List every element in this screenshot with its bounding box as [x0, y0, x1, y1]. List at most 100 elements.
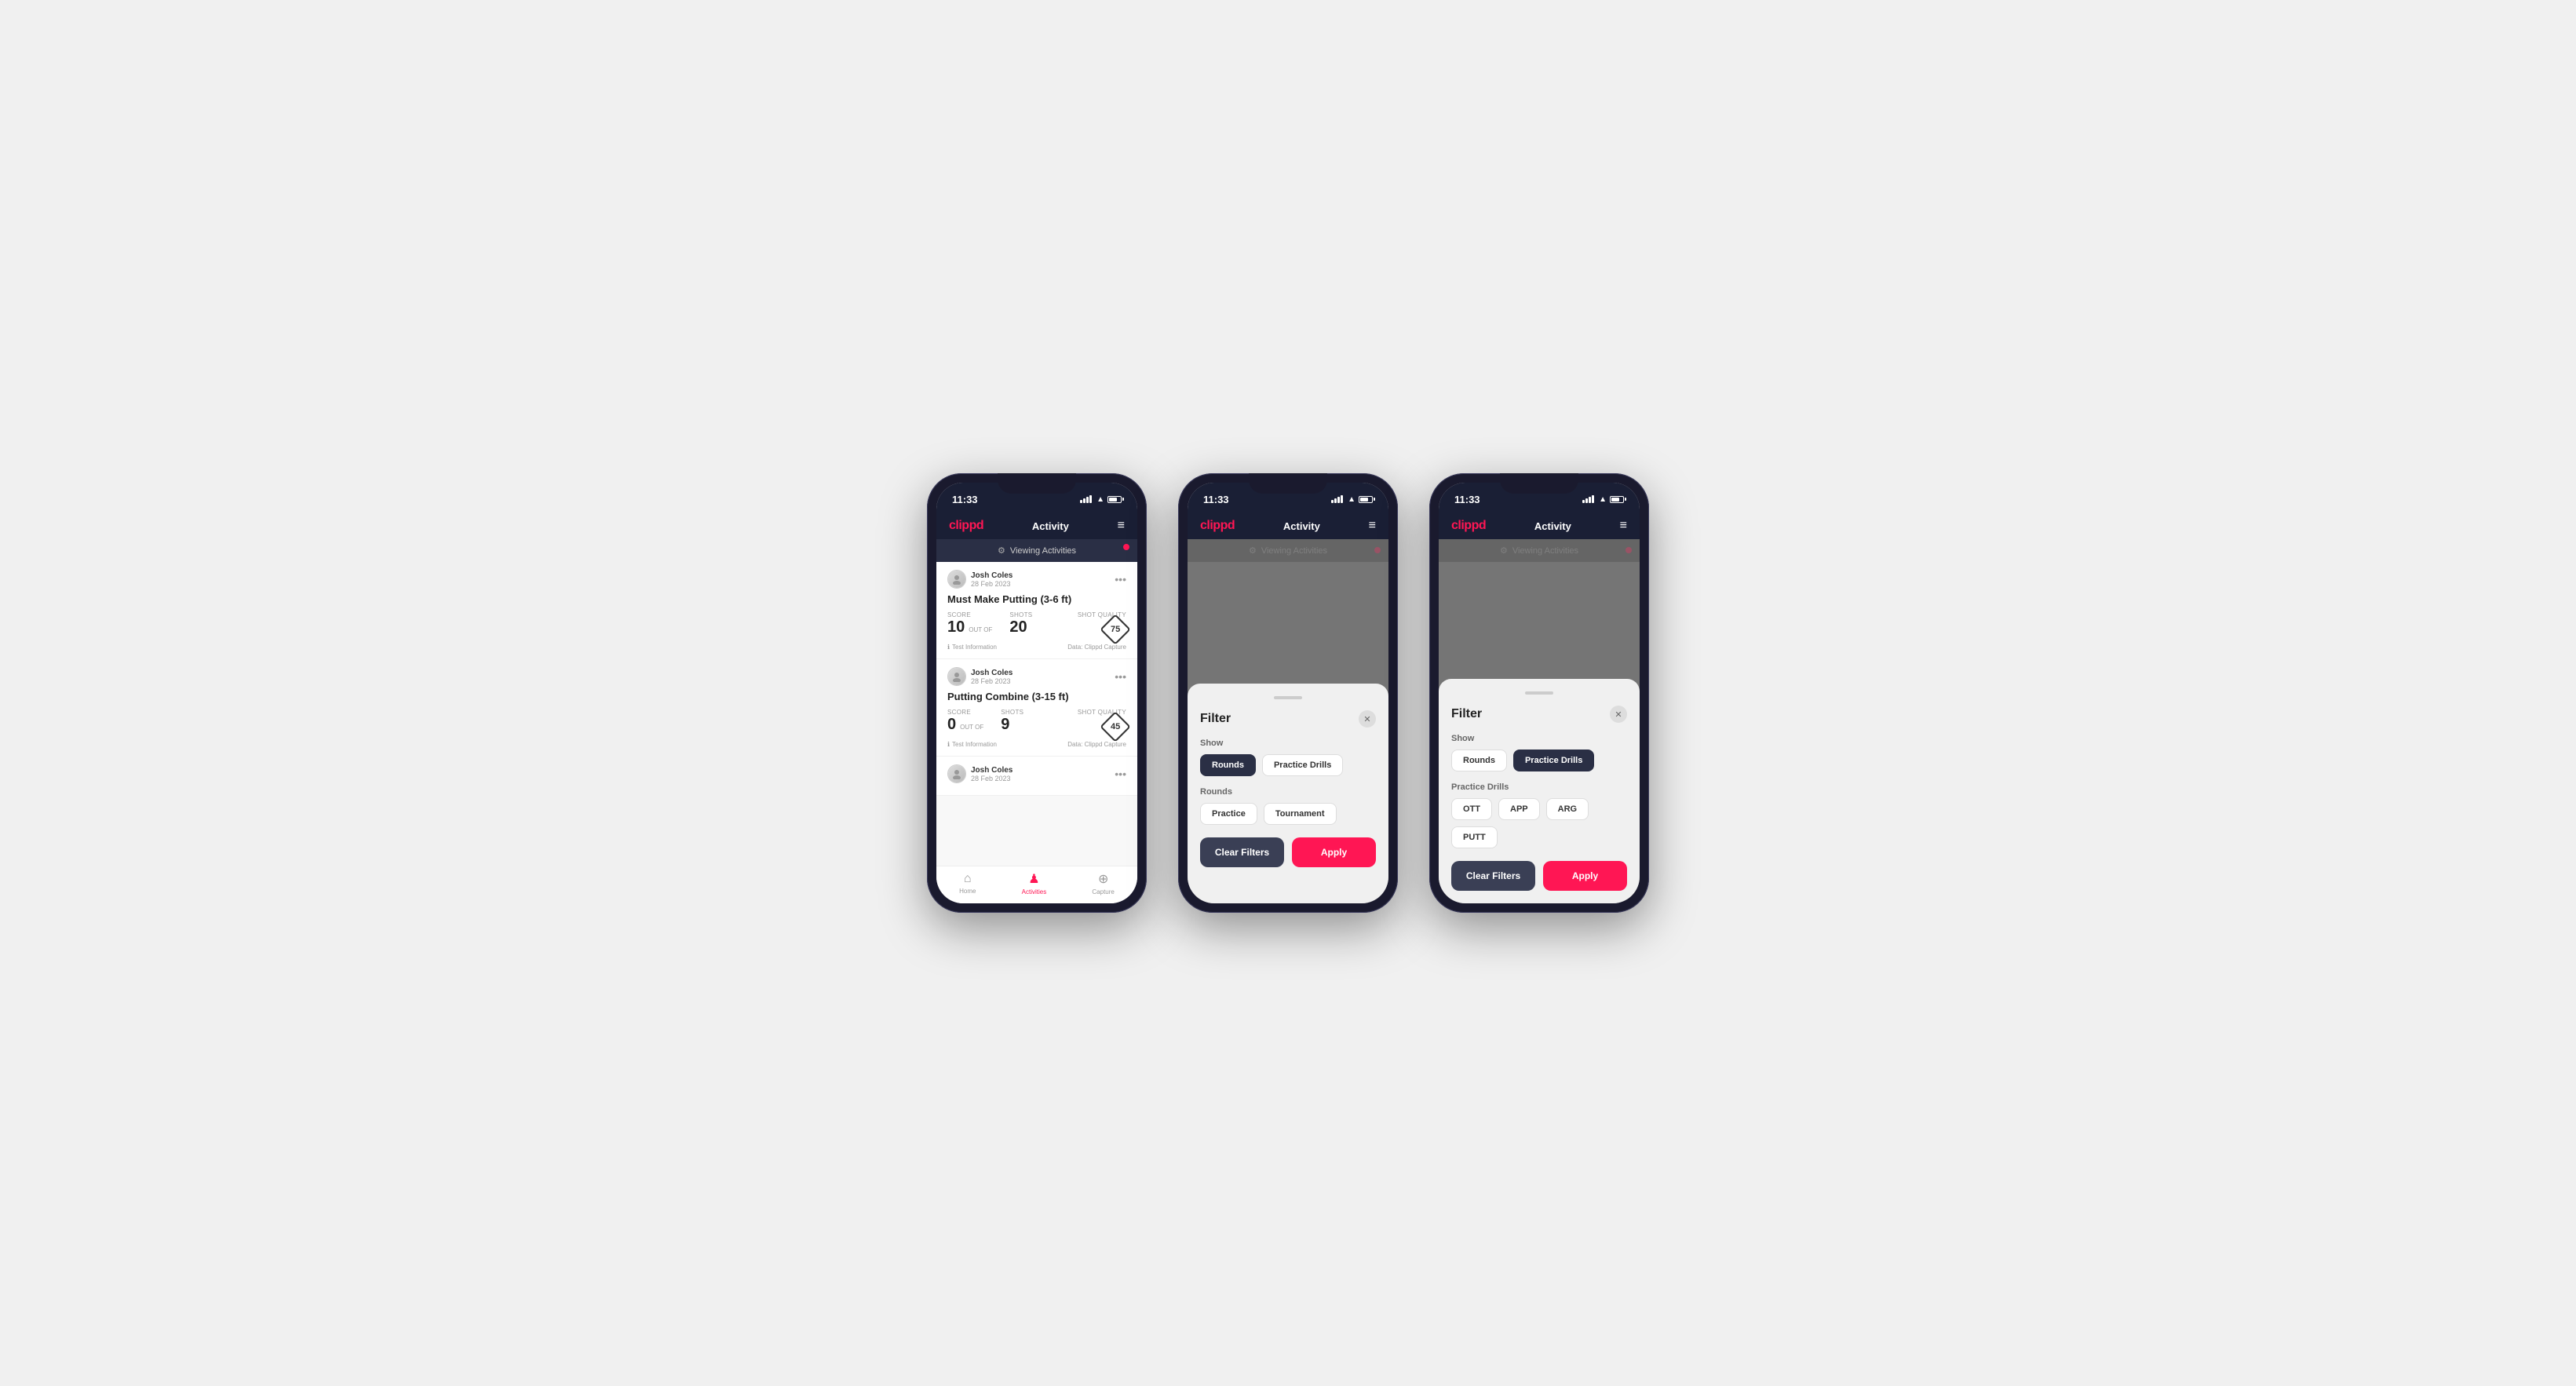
filter-actions-3: Clear Filters Apply — [1451, 861, 1627, 891]
rounds-btn-3[interactable]: Rounds — [1451, 750, 1507, 771]
viewing-activities-bar[interactable]: ⚙ Viewing Activities — [936, 539, 1137, 562]
out-of-1: OUT OF — [969, 626, 992, 633]
nav-capture-label: Capture — [1092, 888, 1114, 895]
filter-actions-2: Clear Filters Apply — [1200, 837, 1376, 867]
ott-btn-3[interactable]: OTT — [1451, 798, 1492, 820]
nav-capture[interactable]: ⊕ Capture — [1092, 871, 1114, 895]
user-date-3: 28 Feb 2023 — [971, 775, 1013, 782]
user-details-1: Josh Coles 28 Feb 2023 — [971, 571, 1013, 588]
out-of-2: OUT OF — [960, 724, 983, 731]
signal-4 — [1089, 495, 1092, 503]
avatar-3 — [947, 764, 966, 783]
status-icons: ▲ — [1080, 495, 1122, 504]
time-display-2: 11:33 — [1203, 494, 1229, 505]
content-with-overlay-2: ⚙ Viewing Activities Filter ✕ Show — [1188, 539, 1388, 903]
phone-3: 11:33 ▲ clippd Activity — [1429, 473, 1649, 913]
signal-3-2 — [1585, 498, 1588, 503]
bottom-nav: ⌂ Home ♟ Activities ⊕ Capture — [936, 866, 1137, 903]
filter-header-3: Filter ✕ — [1451, 706, 1627, 723]
status-icons-3: ▲ — [1582, 495, 1624, 504]
practice-btn-2[interactable]: Practice — [1200, 803, 1257, 825]
capture-icon: ⊕ — [1098, 871, 1108, 887]
rounds-type-buttons-2: Practice Tournament — [1200, 803, 1376, 825]
battery-icon-2 — [1359, 496, 1373, 503]
filter-sheet-3: Filter ✕ Show Rounds Practice Drills Pra… — [1439, 679, 1640, 903]
signal-3-4 — [1592, 495, 1594, 503]
card-title-1: Must Make Putting (3-6 ft) — [947, 593, 1126, 605]
clear-filters-btn-3[interactable]: Clear Filters — [1451, 861, 1535, 891]
show-buttons-3: Rounds Practice Drills — [1451, 750, 1627, 771]
show-buttons-2: Rounds Practice Drills — [1200, 754, 1376, 776]
status-icons-2: ▲ — [1331, 495, 1373, 504]
filter-handle-2 — [1274, 696, 1302, 699]
filter-close-2[interactable]: ✕ — [1359, 710, 1376, 728]
user-name-1: Josh Coles — [971, 571, 1013, 580]
viewing-bar-text: Viewing Activities — [1010, 546, 1076, 556]
putt-btn-3[interactable]: PUTT — [1451, 826, 1498, 848]
card-header-2: Josh Coles 28 Feb 2023 ••• — [947, 667, 1126, 686]
clear-filters-btn-2[interactable]: Clear Filters — [1200, 837, 1284, 867]
test-info-2: ℹ Test Information — [947, 741, 997, 748]
nav-activities-label: Activities — [1022, 888, 1047, 895]
filter-overlay-3: Filter ✕ Show Rounds Practice Drills Pra… — [1439, 539, 1640, 903]
more-options-1[interactable]: ••• — [1115, 573, 1126, 585]
activity-card-1: Josh Coles 28 Feb 2023 ••• Must Make Put… — [936, 562, 1137, 659]
practice-drills-btn-2[interactable]: Practice Drills — [1262, 754, 1343, 776]
shot-quality-value-2: 45 — [1111, 722, 1120, 731]
activities-icon: ♟ — [1028, 871, 1039, 887]
show-section-label-3: Show — [1451, 734, 1627, 743]
score-label-2: Score — [947, 709, 985, 716]
card-footer-1: ℹ Test Information Data: Clippd Capture — [947, 644, 1126, 651]
menu-icon-3[interactable]: ≡ — [1620, 519, 1627, 533]
filter-handle-3 — [1525, 691, 1553, 695]
arg-btn-3[interactable]: ARG — [1546, 798, 1589, 820]
filter-close-3[interactable]: ✕ — [1610, 706, 1627, 723]
nav-home[interactable]: ⌂ Home — [959, 872, 976, 895]
home-icon: ⌂ — [964, 872, 972, 886]
user-date-1: 28 Feb 2023 — [971, 580, 1013, 588]
app-logo-3: clippd — [1451, 519, 1486, 533]
show-section-label-2: Show — [1200, 739, 1376, 748]
filter-overlay-2: Filter ✕ Show Rounds Practice Drills Rou… — [1188, 539, 1388, 903]
time-display: 11:33 — [952, 494, 978, 505]
user-info-3: Josh Coles 28 Feb 2023 — [947, 764, 1013, 783]
menu-icon[interactable]: ≡ — [1118, 519, 1125, 533]
shots-value-2: 9 — [1001, 716, 1009, 733]
signal-3-3 — [1589, 497, 1591, 503]
more-options-2[interactable]: ••• — [1115, 670, 1126, 683]
data-source-1: Data: Clippd Capture — [1067, 644, 1126, 651]
more-options-3[interactable]: ••• — [1115, 768, 1126, 780]
shots-label-1: Shots — [1009, 611, 1032, 618]
shot-quality-badge-1: 75 — [1100, 614, 1131, 645]
rounds-section-label-2: Rounds — [1200, 787, 1376, 797]
apply-btn-3[interactable]: Apply — [1543, 861, 1627, 891]
wifi-icon-3: ▲ — [1599, 495, 1607, 504]
card-footer-2: ℹ Test Information Data: Clippd Capture — [947, 741, 1126, 748]
phones-container: 11:33 ▲ clippd Activity — [927, 473, 1649, 913]
apply-btn-2[interactable]: Apply — [1292, 837, 1376, 867]
nav-activities[interactable]: ♟ Activities — [1022, 871, 1047, 895]
card-header-3: Josh Coles 28 Feb 2023 ••• — [947, 764, 1126, 783]
phone-1: 11:33 ▲ clippd Activity — [927, 473, 1147, 913]
phone-2: 11:33 ▲ clippd Activity — [1178, 473, 1398, 913]
shot-quality-badge-2: 45 — [1100, 711, 1131, 742]
menu-icon-2[interactable]: ≡ — [1369, 519, 1376, 533]
nav-home-label: Home — [959, 888, 976, 895]
filter-title-3: Filter — [1451, 707, 1482, 721]
practice-drills-btn-3[interactable]: Practice Drills — [1513, 750, 1594, 771]
app-logo-2: clippd — [1200, 519, 1235, 533]
rounds-btn-2[interactable]: Rounds — [1200, 754, 1256, 776]
test-info-1: ℹ Test Information — [947, 644, 997, 651]
wifi-icon-2: ▲ — [1348, 495, 1356, 504]
card-title-2: Putting Combine (3-15 ft) — [947, 691, 1126, 702]
signal-3-1 — [1582, 500, 1585, 503]
battery-fill — [1109, 498, 1117, 502]
user-info-1: Josh Coles 28 Feb 2023 — [947, 570, 1013, 589]
signal-2-3 — [1337, 497, 1340, 503]
signal-2 — [1083, 498, 1085, 503]
battery-icon-3 — [1610, 496, 1624, 503]
user-name-2: Josh Coles — [971, 669, 1013, 677]
app-btn-3[interactable]: APP — [1498, 798, 1540, 820]
tournament-btn-2[interactable]: Tournament — [1264, 803, 1337, 825]
signal-1 — [1080, 500, 1082, 503]
